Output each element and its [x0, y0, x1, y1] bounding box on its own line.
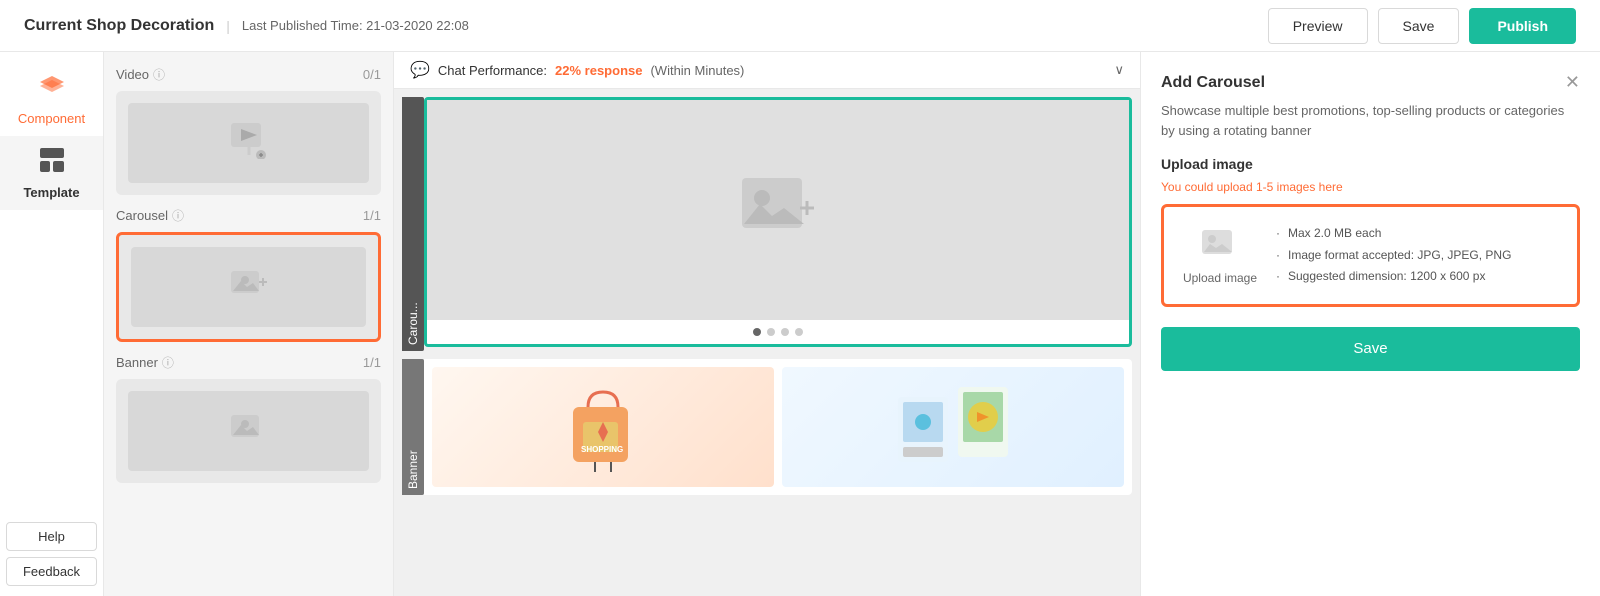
- video-section-header: Video ⓘ 0/1: [116, 66, 381, 83]
- banner-tech-image: [782, 367, 1124, 487]
- spec-dimension: Suggested dimension: 1200 x 600 px: [1276, 266, 1511, 288]
- carousel-section-header: Carousel ⓘ 1/1: [116, 207, 381, 224]
- template-label: Template: [23, 185, 79, 200]
- help-button[interactable]: Help: [6, 522, 97, 551]
- template-panel: Video ⓘ 0/1: [104, 52, 394, 596]
- component-label: Component: [18, 111, 85, 126]
- last-published-time: Last Published Time: 21-03-2020 22:08: [242, 18, 469, 33]
- carousel-label: Carousel: [116, 208, 168, 223]
- banner-section-header: Banner ⓘ 1/1: [116, 354, 381, 371]
- header: Current Shop Decoration | Last Published…: [0, 0, 1600, 52]
- panel-title: Add Carousel: [1161, 74, 1265, 92]
- shopping-illustration: SHOPPING: [553, 377, 653, 477]
- dot-1: [753, 328, 761, 336]
- dot-3: [781, 328, 789, 336]
- chat-bubble-icon: 💬: [410, 60, 430, 80]
- component-icon: [38, 72, 66, 107]
- tech-illustration: [893, 377, 1013, 477]
- video-card-inner: [128, 103, 369, 183]
- upload-icon-area: Upload image: [1180, 226, 1260, 285]
- banner-images: SHOPPING: [424, 359, 1132, 495]
- carousel-section-tab: Carou...: [402, 97, 424, 351]
- chevron-down-icon[interactable]: ∨: [1114, 62, 1124, 78]
- upload-box[interactable]: Upload image Max 2.0 MB each Image forma…: [1161, 204, 1580, 307]
- carousel-preview-wrapper: Carou...: [402, 97, 1132, 351]
- panel-header: Add Carousel ✕: [1161, 72, 1580, 93]
- dot-2: [767, 328, 775, 336]
- video-card[interactable]: [116, 91, 381, 195]
- spec-format: Image format accepted: JPG, JPEG, PNG: [1276, 245, 1511, 267]
- carousel-card[interactable]: [116, 232, 381, 342]
- banner-section-tab: Banner: [402, 359, 424, 495]
- upload-subtitle: You could upload 1-5 images here: [1161, 180, 1580, 194]
- carousel-image-area: [427, 100, 1129, 320]
- sidebar-item-template[interactable]: Template: [0, 136, 103, 210]
- main-layout: Component Template Help Feedback Video ⓘ: [0, 52, 1600, 596]
- carousel-dots: [427, 320, 1129, 344]
- carousel-card-inner: [131, 247, 366, 327]
- svg-text:SHOPPING: SHOPPING: [581, 445, 623, 454]
- sidebar: Component Template Help Feedback: [0, 52, 104, 596]
- right-panel: Add Carousel ✕ Showcase multiple best pr…: [1140, 52, 1600, 596]
- chat-suffix: (Within Minutes): [650, 63, 744, 78]
- panel-save-button[interactable]: Save: [1161, 327, 1580, 371]
- banner-info-icon: ⓘ: [162, 354, 174, 371]
- sidebar-item-component[interactable]: Component: [0, 62, 103, 136]
- page-title: Current Shop Decoration: [24, 17, 214, 35]
- chat-response-value: 22% response: [555, 63, 642, 78]
- upload-label: Upload image: [1183, 271, 1257, 285]
- center-area: 💬 Chat Performance: 22% response (Within…: [394, 52, 1140, 596]
- preview-button[interactable]: Preview: [1268, 8, 1368, 44]
- banner-label: Banner: [116, 355, 158, 370]
- close-icon[interactable]: ✕: [1565, 72, 1580, 93]
- banner-count: 1/1: [363, 355, 381, 370]
- panel-description: Showcase multiple best promotions, top-s…: [1161, 101, 1580, 140]
- banner-card-inner: [128, 391, 369, 471]
- preview-area: Carou...: [394, 89, 1140, 596]
- dot-4: [795, 328, 803, 336]
- header-left: Current Shop Decoration | Last Published…: [24, 17, 469, 35]
- banner-shopping-image: SHOPPING: [432, 367, 774, 487]
- publish-button[interactable]: Publish: [1469, 8, 1576, 44]
- video-info-icon: ⓘ: [153, 66, 165, 83]
- sidebar-bottom: Help Feedback: [6, 522, 97, 596]
- carousel-add-icon: [738, 170, 818, 250]
- upload-section: Upload image You could upload 1-5 images…: [1161, 156, 1580, 327]
- header-actions: Preview Save Publish: [1268, 8, 1576, 44]
- banner-preview-wrapper: Banner SHOPPING: [402, 359, 1132, 495]
- carousel-info-icon: ⓘ: [172, 207, 184, 224]
- carousel-preview[interactable]: [424, 97, 1132, 347]
- video-label: Video: [116, 67, 149, 82]
- video-count: 0/1: [363, 67, 381, 82]
- banner-placeholder-icon: [229, 409, 269, 454]
- banner-card[interactable]: [116, 379, 381, 483]
- video-placeholder-icon: [229, 119, 269, 167]
- carousel-count: 1/1: [363, 208, 381, 223]
- save-button[interactable]: Save: [1378, 8, 1460, 44]
- header-separator: |: [226, 18, 230, 34]
- upload-title: Upload image: [1161, 156, 1580, 172]
- upload-image-icon: [1200, 226, 1240, 267]
- feedback-button[interactable]: Feedback: [6, 557, 97, 586]
- chat-performance-label: Chat Performance:: [438, 63, 547, 78]
- template-icon: [38, 146, 66, 181]
- carousel-placeholder-icon: [229, 265, 269, 310]
- spec-max-size: Max 2.0 MB each: [1276, 223, 1511, 245]
- chat-bar: 💬 Chat Performance: 22% response (Within…: [394, 52, 1140, 89]
- upload-specs: Max 2.0 MB each Image format accepted: J…: [1276, 223, 1511, 288]
